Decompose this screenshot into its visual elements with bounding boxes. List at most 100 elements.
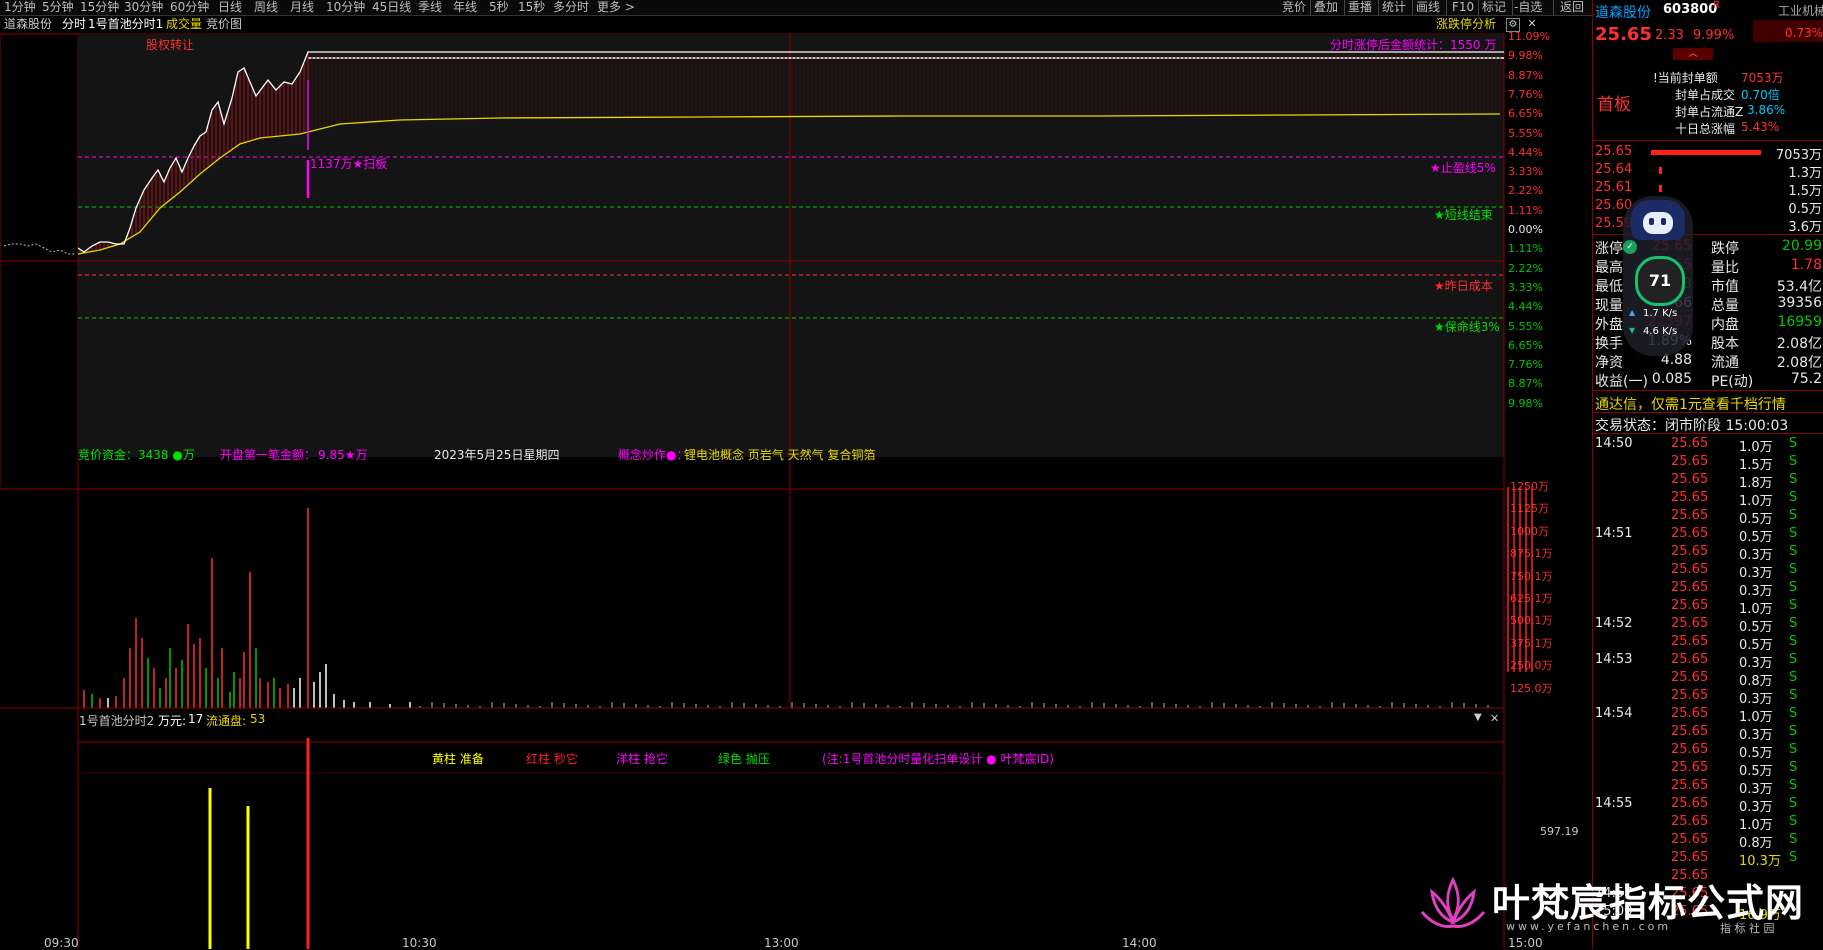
trade-price: 25.65 xyxy=(1671,652,1709,667)
trade-price: 25.65 xyxy=(1671,472,1709,487)
subchart-axis-value: 597.19 xyxy=(1540,825,1579,838)
tab-15sec[interactable]: 15秒 xyxy=(518,0,545,15)
stat-value: 2.08亿 xyxy=(1776,355,1822,371)
tab-quarterly[interactable]: 季线 xyxy=(418,0,442,15)
legend-note: (注:1号首池分时量化扫单设计 ● 叶梵宸ID) xyxy=(822,752,1054,766)
bid-depth-bar xyxy=(1659,167,1662,174)
tab-more[interactable]: 更多 > xyxy=(597,0,635,15)
trade-price: 25.65 xyxy=(1671,508,1709,523)
concept-label: 概念炒作●： xyxy=(618,448,689,462)
bid-volume: 1.5万 xyxy=(1788,184,1822,199)
close-icon[interactable]: ✕ xyxy=(1526,18,1538,30)
tab-15min[interactable]: 15分钟 xyxy=(80,0,119,15)
trade-side: S xyxy=(1789,706,1798,721)
stat-label: 现量 xyxy=(1595,298,1623,314)
subchart-float-label: 流通盘: xyxy=(206,714,247,728)
trade-volume: 0.3万 xyxy=(1739,692,1773,707)
stat-label: 内盘 xyxy=(1711,317,1739,333)
first-trade-value: 9.85★万 xyxy=(318,448,368,462)
seal-ratio: 0.70倍 xyxy=(1741,88,1780,102)
bid-volume: 0.5万 xyxy=(1788,202,1822,217)
tab-weekly[interactable]: 周线 xyxy=(254,0,278,15)
auction-chart-toggle[interactable]: 竞价图 xyxy=(206,16,242,32)
percent-tick: 6.65% xyxy=(1508,107,1543,121)
volume-tick: 1125万 xyxy=(1510,502,1549,516)
tab-multi-timeshare[interactable]: 多分时 xyxy=(553,0,589,15)
concept-value: 锂电池概念 页岩气 天然气 复合铜箔 xyxy=(684,448,876,462)
chart-mode[interactable]: 分时 xyxy=(62,16,86,32)
tab-10min[interactable]: 10分钟 xyxy=(326,0,365,15)
stock-name: 道森股份 xyxy=(4,17,53,31)
btn-draw[interactable]: 画线 xyxy=(1416,0,1440,15)
tab-45day[interactable]: 45日线 xyxy=(372,0,411,15)
volume-toggle[interactable]: 成交量 xyxy=(166,16,202,32)
trade-side: S xyxy=(1789,652,1798,667)
sector-name[interactable]: 工业机械 xyxy=(1778,2,1823,19)
bid-volume: 1.3万 xyxy=(1788,166,1822,181)
btn-add-favorite[interactable]: -自选 xyxy=(1514,0,1542,15)
bid-price: 25.65 xyxy=(1595,144,1633,159)
stat-label: 换手 xyxy=(1595,336,1623,352)
speed-widget[interactable]: ✓ 71 ▲ 1.7 K/s ▼ 4.6 K/s xyxy=(1623,196,1693,356)
stat-label: 市值 xyxy=(1711,279,1739,295)
btn-back[interactable]: 返回 xyxy=(1560,0,1584,15)
trade-price: 25.65 xyxy=(1671,580,1709,595)
btn-mark[interactable]: 标记 xyxy=(1482,0,1506,15)
percent-tick: 8.87% xyxy=(1508,377,1543,391)
chevron-down-icon[interactable]: ▼ xyxy=(1474,712,1482,723)
percent-tick: 0.00% xyxy=(1508,223,1543,236)
promo-link[interactable]: 通达信，仅需1元查看千档行情 xyxy=(1595,394,1786,414)
seal-amount: 7053万 xyxy=(1741,71,1784,85)
lotus-logo-icon xyxy=(1420,876,1486,928)
volume-tick: 875.1万 xyxy=(1510,547,1553,561)
percent-tick: 5.55% xyxy=(1508,319,1543,333)
btn-stats[interactable]: 统计 xyxy=(1382,0,1406,15)
tab-monthly[interactable]: 月线 xyxy=(290,0,314,15)
trade-side: S xyxy=(1789,832,1798,847)
stat-label: 流通 xyxy=(1711,355,1739,371)
volume-tick: 125.0万 xyxy=(1510,681,1553,695)
trade-side: S xyxy=(1789,616,1798,631)
tab-30min[interactable]: 30分钟 xyxy=(124,0,163,15)
tab-60min[interactable]: 60分钟 xyxy=(170,0,209,15)
tab-5min[interactable]: 5分钟 xyxy=(42,0,74,15)
btn-replay[interactable]: 重播 xyxy=(1348,0,1372,15)
seal-ratio-label: 封单占成交 xyxy=(1675,88,1736,102)
close-icon[interactable]: ✕ xyxy=(1490,712,1499,725)
trade-price: 25.65 xyxy=(1671,760,1709,775)
btn-f10[interactable]: F10 xyxy=(1452,0,1474,15)
subchart-title[interactable]: 1号首池分时2 xyxy=(79,712,154,729)
trade-price: 25.65 xyxy=(1671,796,1709,811)
btn-overlay[interactable]: 叠加 xyxy=(1314,0,1338,15)
time-1030: 10:30 xyxy=(402,936,437,950)
tab-daily[interactable]: 日线 xyxy=(218,0,242,15)
price-change-pct: 9.99% xyxy=(1693,28,1735,43)
trade-side: S xyxy=(1789,598,1798,613)
subchart-wan-value: 17 xyxy=(188,712,204,726)
volume-tick: 750.1万 xyxy=(1510,569,1553,583)
stat-value: 0.085 xyxy=(1651,371,1692,387)
trade-time: 14:50 xyxy=(1595,436,1633,451)
stat-label: 量比 xyxy=(1711,260,1739,276)
tab-1min[interactable]: 1分钟 xyxy=(4,0,36,15)
mascot-icon xyxy=(1631,200,1685,240)
chevron-up-icon[interactable]: ︿ xyxy=(1673,48,1713,60)
btn-auction[interactable]: 竞价 xyxy=(1282,0,1306,15)
trade-side: S xyxy=(1789,688,1798,703)
tab-yearly[interactable]: 年线 xyxy=(453,0,477,15)
trade-price: 25.65 xyxy=(1671,850,1709,865)
speed-down: 4.6 K/s xyxy=(1643,326,1678,337)
limit-analysis-button[interactable]: 涨跌停分析 xyxy=(1436,16,1496,32)
stat-value: 16959 xyxy=(1777,314,1822,330)
auction-funds-value: 3438 ●万 xyxy=(138,448,195,462)
lifeline-label: ★保命线3% xyxy=(1434,320,1500,334)
trade-price: 25.65 xyxy=(1671,490,1709,505)
legend-green: 绿色 抛压 xyxy=(718,752,770,766)
quote-stock-name: 道森股份 xyxy=(1595,5,1651,21)
trade-price: 25.65 xyxy=(1671,544,1709,559)
bid-price: 25.64 xyxy=(1595,162,1633,177)
trade-volume: 0.5万 xyxy=(1739,746,1773,761)
indicator-name[interactable]: 1号首池分时1 xyxy=(88,16,163,32)
tab-5sec[interactable]: 5秒 xyxy=(489,0,509,15)
trade-price: 25.65 xyxy=(1671,598,1709,613)
